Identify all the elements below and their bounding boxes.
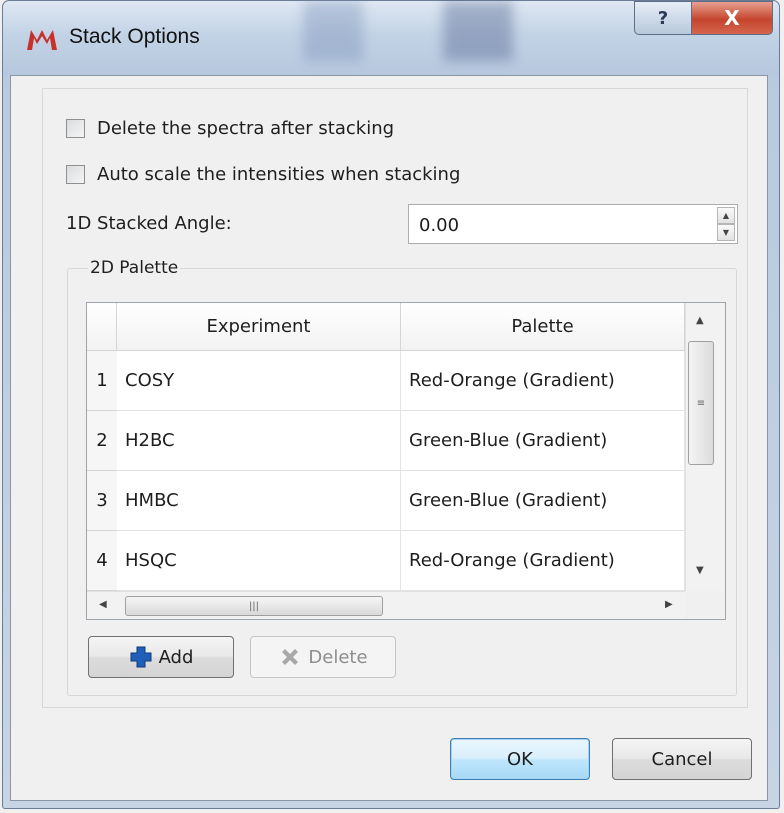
stacked-angle-label: 1D Stacked Angle: bbox=[66, 213, 232, 234]
scroll-left-icon[interactable]: ◀ bbox=[99, 599, 107, 610]
palette-cell[interactable]: Red-Orange (Gradient) bbox=[401, 531, 685, 591]
scroll-corner bbox=[685, 591, 725, 619]
table-row[interactable]: 1 COSY Red-Orange (Gradient) bbox=[87, 351, 685, 411]
ok-button[interactable]: OK bbox=[450, 738, 590, 780]
spin-up-icon[interactable]: ▲ bbox=[717, 207, 735, 224]
add-button-label: Add bbox=[158, 646, 194, 668]
scroll-up-icon[interactable]: ▲ bbox=[696, 315, 704, 326]
vertical-scrollbar[interactable]: ▲ ≡ ▼ bbox=[685, 303, 725, 591]
table-corner-header bbox=[87, 303, 117, 351]
column-header-palette[interactable]: Palette bbox=[401, 303, 685, 351]
horizontal-scroll-thumb[interactable]: ||| bbox=[125, 596, 383, 616]
stacked-angle-input[interactable] bbox=[417, 214, 691, 237]
table-row[interactable]: 2 H2BC Green-Blue (Gradient) bbox=[87, 411, 685, 471]
add-button[interactable]: Add bbox=[88, 636, 234, 678]
scroll-right-icon[interactable]: ▶ bbox=[665, 599, 673, 610]
row-number[interactable]: 2 bbox=[87, 411, 117, 471]
palette-cell[interactable]: Green-Blue (Gradient) bbox=[401, 471, 685, 531]
row-number[interactable]: 3 bbox=[87, 471, 117, 531]
plus-icon bbox=[130, 646, 152, 668]
close-button[interactable]: X bbox=[691, 1, 773, 35]
spin-buttons: ▲ ▼ bbox=[717, 207, 735, 241]
title-bar[interactable]: Stack Options ? X bbox=[3, 1, 779, 75]
table-row[interactable]: 4 HSQC Red-Orange (Gradient) bbox=[87, 531, 685, 591]
experiment-cell[interactable]: H2BC bbox=[117, 411, 401, 471]
horizontal-scrollbar[interactable]: ◀ ||| ▶ bbox=[87, 591, 685, 619]
delete-x-icon bbox=[282, 649, 299, 665]
help-icon: ? bbox=[657, 7, 669, 29]
close-icon: X bbox=[724, 6, 740, 30]
help-button[interactable]: ? bbox=[634, 1, 692, 35]
delete-spectra-checkbox[interactable] bbox=[66, 119, 85, 138]
palette-cell[interactable]: Red-Orange (Gradient) bbox=[401, 351, 685, 411]
stacked-angle-spinbox[interactable]: ▲ ▼ bbox=[408, 204, 738, 244]
column-header-experiment[interactable]: Experiment bbox=[117, 303, 401, 351]
row-number[interactable]: 4 bbox=[87, 531, 117, 591]
table-row[interactable]: 3 HMBC Green-Blue (Gradient) bbox=[87, 471, 685, 531]
delete-spectra-label: Delete the spectra after stacking bbox=[97, 118, 395, 139]
vertical-scroll-thumb[interactable]: ≡ bbox=[688, 341, 714, 465]
palette-group-label: 2D Palette bbox=[88, 258, 181, 278]
cancel-button[interactable]: Cancel bbox=[612, 738, 752, 780]
spin-down-icon[interactable]: ▼ bbox=[717, 224, 735, 241]
experiment-cell[interactable]: COSY bbox=[117, 351, 401, 411]
palette-cell[interactable]: Green-Blue (Gradient) bbox=[401, 411, 685, 471]
app-logo-icon bbox=[27, 30, 57, 50]
experiment-cell[interactable]: HMBC bbox=[117, 471, 401, 531]
delete-spectra-option[interactable]: Delete the spectra after stacking bbox=[66, 118, 394, 139]
row-number[interactable]: 1 bbox=[87, 351, 117, 411]
delete-button[interactable]: Delete bbox=[250, 636, 396, 678]
window-title: Stack Options bbox=[69, 25, 200, 48]
auto-scale-option[interactable]: Auto scale the intensities when stacking bbox=[66, 164, 460, 185]
palette-table[interactable]: Experiment Palette 1 COSY Red-Orange (Gr… bbox=[86, 302, 726, 620]
experiment-cell[interactable]: HSQC bbox=[117, 531, 401, 591]
delete-button-label: Delete bbox=[308, 646, 368, 668]
auto-scale-checkbox[interactable] bbox=[66, 165, 85, 184]
auto-scale-label: Auto scale the intensities when stacking bbox=[97, 164, 461, 185]
scroll-down-icon[interactable]: ▼ bbox=[696, 565, 704, 576]
